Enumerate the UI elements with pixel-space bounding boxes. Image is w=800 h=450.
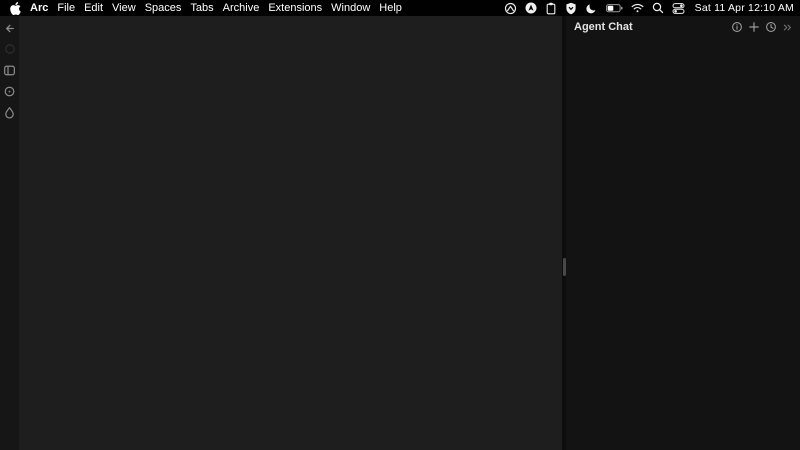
new-chat-button[interactable] [747,21,760,34]
agent-chat-title: Agent Chat [574,21,633,33]
back-button[interactable] [3,21,17,35]
menu-file[interactable]: File [57,0,75,16]
compass-button[interactable] [3,84,17,98]
moon-icon[interactable] [585,2,598,15]
clipboard-icon[interactable] [545,2,557,15]
info-button[interactable] [730,21,743,34]
menu-bar: Arc File Edit View Spaces Tabs Archive E… [0,0,800,16]
menu-bar-status-area: Sat 11 Apr 12:10 AM [504,0,794,16]
arc-circle-icon[interactable] [504,2,517,15]
menu-bar-left: Arc File Edit View Spaces Tabs Archive E… [10,0,402,16]
sidebar-toggle-button[interactable] [3,63,17,77]
menu-extensions[interactable]: Extensions [268,0,322,16]
agent-chat-body [566,38,800,450]
apple-logo-icon [10,2,21,15]
back-arrow-icon [3,22,16,35]
circle-icon [4,43,16,55]
droplet-button[interactable] [3,105,17,119]
plus-icon [748,21,760,33]
history-button[interactable] [764,21,777,34]
search-icon[interactable] [652,2,664,14]
control-center-icon[interactable] [672,2,685,15]
nav-rail [0,16,19,450]
apple-menu[interactable] [10,2,21,15]
wifi-icon[interactable] [631,3,644,13]
info-icon [731,21,743,33]
menu-tabs[interactable]: Tabs [190,0,213,16]
menu-spaces[interactable]: Spaces [145,0,182,16]
agent-chat-actions [730,21,794,34]
menu-help[interactable]: Help [379,0,402,16]
double-chevron-right-icon [782,22,793,33]
navigation-circle-icon[interactable] [525,2,537,14]
compass-icon [3,85,16,98]
sidebar-toggle-icon [3,64,16,77]
agent-chat-panel: Agent Chat [566,16,800,450]
droplet-icon [3,106,16,119]
agent-chat-header: Agent Chat [566,16,800,36]
history-clock-icon [765,21,777,33]
menu-app-arc[interactable]: Arc [30,0,48,16]
circle-button[interactable] [3,42,17,56]
battery-icon[interactable] [606,4,623,13]
collapse-panel-button[interactable] [781,21,794,34]
menu-archive[interactable]: Archive [223,0,260,16]
menu-window[interactable]: Window [331,0,370,16]
page-content [19,16,562,450]
menubar-clock[interactable]: Sat 11 Apr 12:10 AM [695,0,794,16]
menu-edit[interactable]: Edit [84,0,103,16]
shield-icon[interactable] [565,2,577,15]
menu-view[interactable]: View [112,0,136,16]
